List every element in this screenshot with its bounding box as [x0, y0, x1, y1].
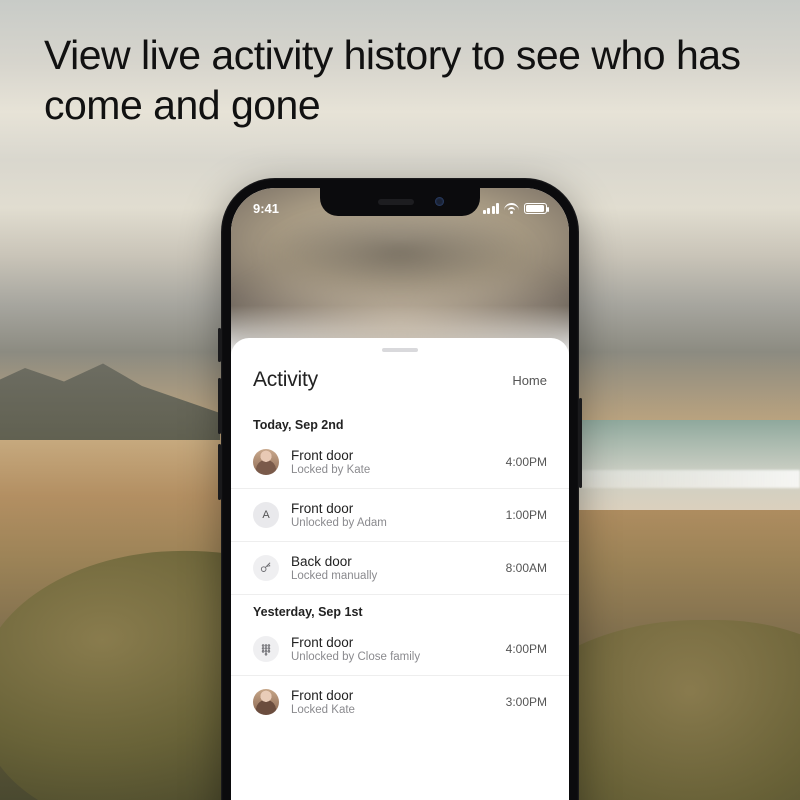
activity-desc: Unlocked by Adam — [291, 517, 494, 529]
sheet-title: Activity — [253, 368, 318, 392]
activity-row[interactable]: A Front door Unlocked by Adam 1:00PM — [231, 489, 569, 542]
activity-time: 3:00PM — [506, 695, 547, 709]
activity-time: 1:00PM — [506, 508, 547, 522]
key-icon — [253, 555, 279, 581]
avatar — [253, 689, 279, 715]
activity-row[interactable]: Front door Unlocked by Close family 4:00… — [231, 623, 569, 676]
activity-desc: Unlocked by Close family — [291, 651, 494, 663]
section-label: Today, Sep 2nd — [231, 408, 569, 436]
bg-mountain — [0, 350, 220, 440]
phone-side-button — [579, 398, 582, 488]
activity-desc: Locked by Kate — [291, 464, 494, 476]
keypad-icon — [253, 636, 279, 662]
activity-door: Front door — [291, 688, 494, 703]
battery-icon — [524, 203, 547, 214]
phone-notch — [320, 188, 480, 216]
status-right — [483, 203, 548, 214]
cellular-icon — [483, 203, 500, 214]
activity-door: Front door — [291, 448, 494, 463]
avatar-initial: A — [253, 502, 279, 528]
location-selector[interactable]: Home — [512, 373, 547, 388]
activity-row[interactable]: Front door Locked by Kate 4:00PM — [231, 436, 569, 489]
activity-door: Front door — [291, 501, 494, 516]
activity-desc: Locked manually — [291, 570, 494, 582]
activity-time: 4:00PM — [506, 455, 547, 469]
status-time: 9:41 — [253, 201, 279, 216]
activity-time: 8:00AM — [506, 561, 547, 575]
avatar — [253, 449, 279, 475]
activity-door: Front door — [291, 635, 494, 650]
activity-row[interactable]: Front door Locked Kate 3:00PM — [231, 676, 569, 728]
sheet-header: Activity Home — [231, 364, 569, 408]
wifi-icon — [504, 203, 519, 214]
activity-time: 4:00PM — [506, 642, 547, 656]
activity-row[interactable]: Back door Locked manually 8:00AM — [231, 542, 569, 595]
activity-sheet: Activity Home Today, Sep 2nd Front door … — [231, 338, 569, 800]
promo-headline: View live activity history to see who ha… — [44, 30, 756, 130]
phone-side-button — [218, 378, 221, 434]
phone-screen: 9:41 Activity Home Today, Sep 2nd — [231, 188, 569, 800]
phone-frame: 9:41 Activity Home Today, Sep 2nd — [221, 178, 579, 800]
activity-door: Back door — [291, 554, 494, 569]
phone-side-button — [218, 328, 221, 362]
section-label: Yesterday, Sep 1st — [231, 595, 569, 623]
promo-background: View live activity history to see who ha… — [0, 0, 800, 800]
phone-side-button — [218, 444, 221, 500]
activity-desc: Locked Kate — [291, 704, 494, 716]
sheet-grabber[interactable] — [382, 348, 418, 352]
